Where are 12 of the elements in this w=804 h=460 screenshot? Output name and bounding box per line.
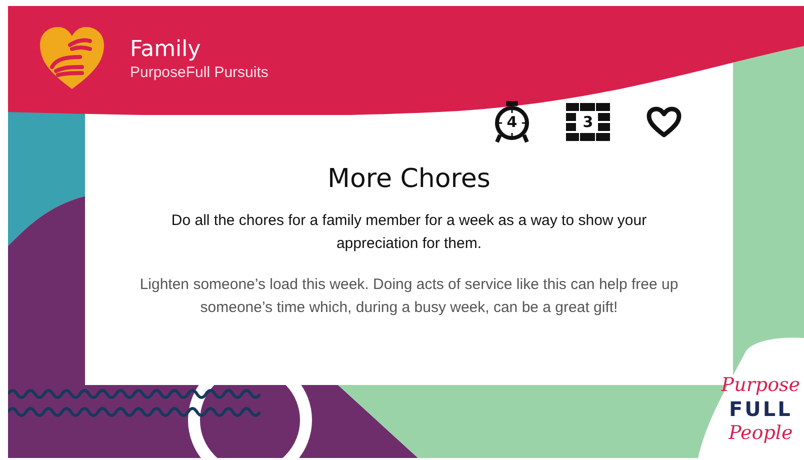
card-description: Lighten someone’s load this week. Doing acts of service like this can help free up someone’s time which, during a busy week, can be a great gift! xyxy=(138,275,680,318)
brand-logo-text: People xyxy=(728,421,793,445)
stat-count: 4 xyxy=(506,113,518,131)
card-summary: Do all the chores for a family member for a week as a way to show your appreciation for them. xyxy=(170,211,648,254)
brand-logo-text: Purpose xyxy=(721,373,800,397)
heart-icon xyxy=(646,106,682,138)
category-title: Family xyxy=(130,37,202,63)
card-title: More Chores xyxy=(328,163,490,195)
category-subtitle: PurposeFull Pursuits xyxy=(130,63,268,83)
brand-logo-text: FULL xyxy=(728,397,792,421)
bricks-icon xyxy=(566,102,610,142)
stat-count: 3 xyxy=(582,113,594,131)
